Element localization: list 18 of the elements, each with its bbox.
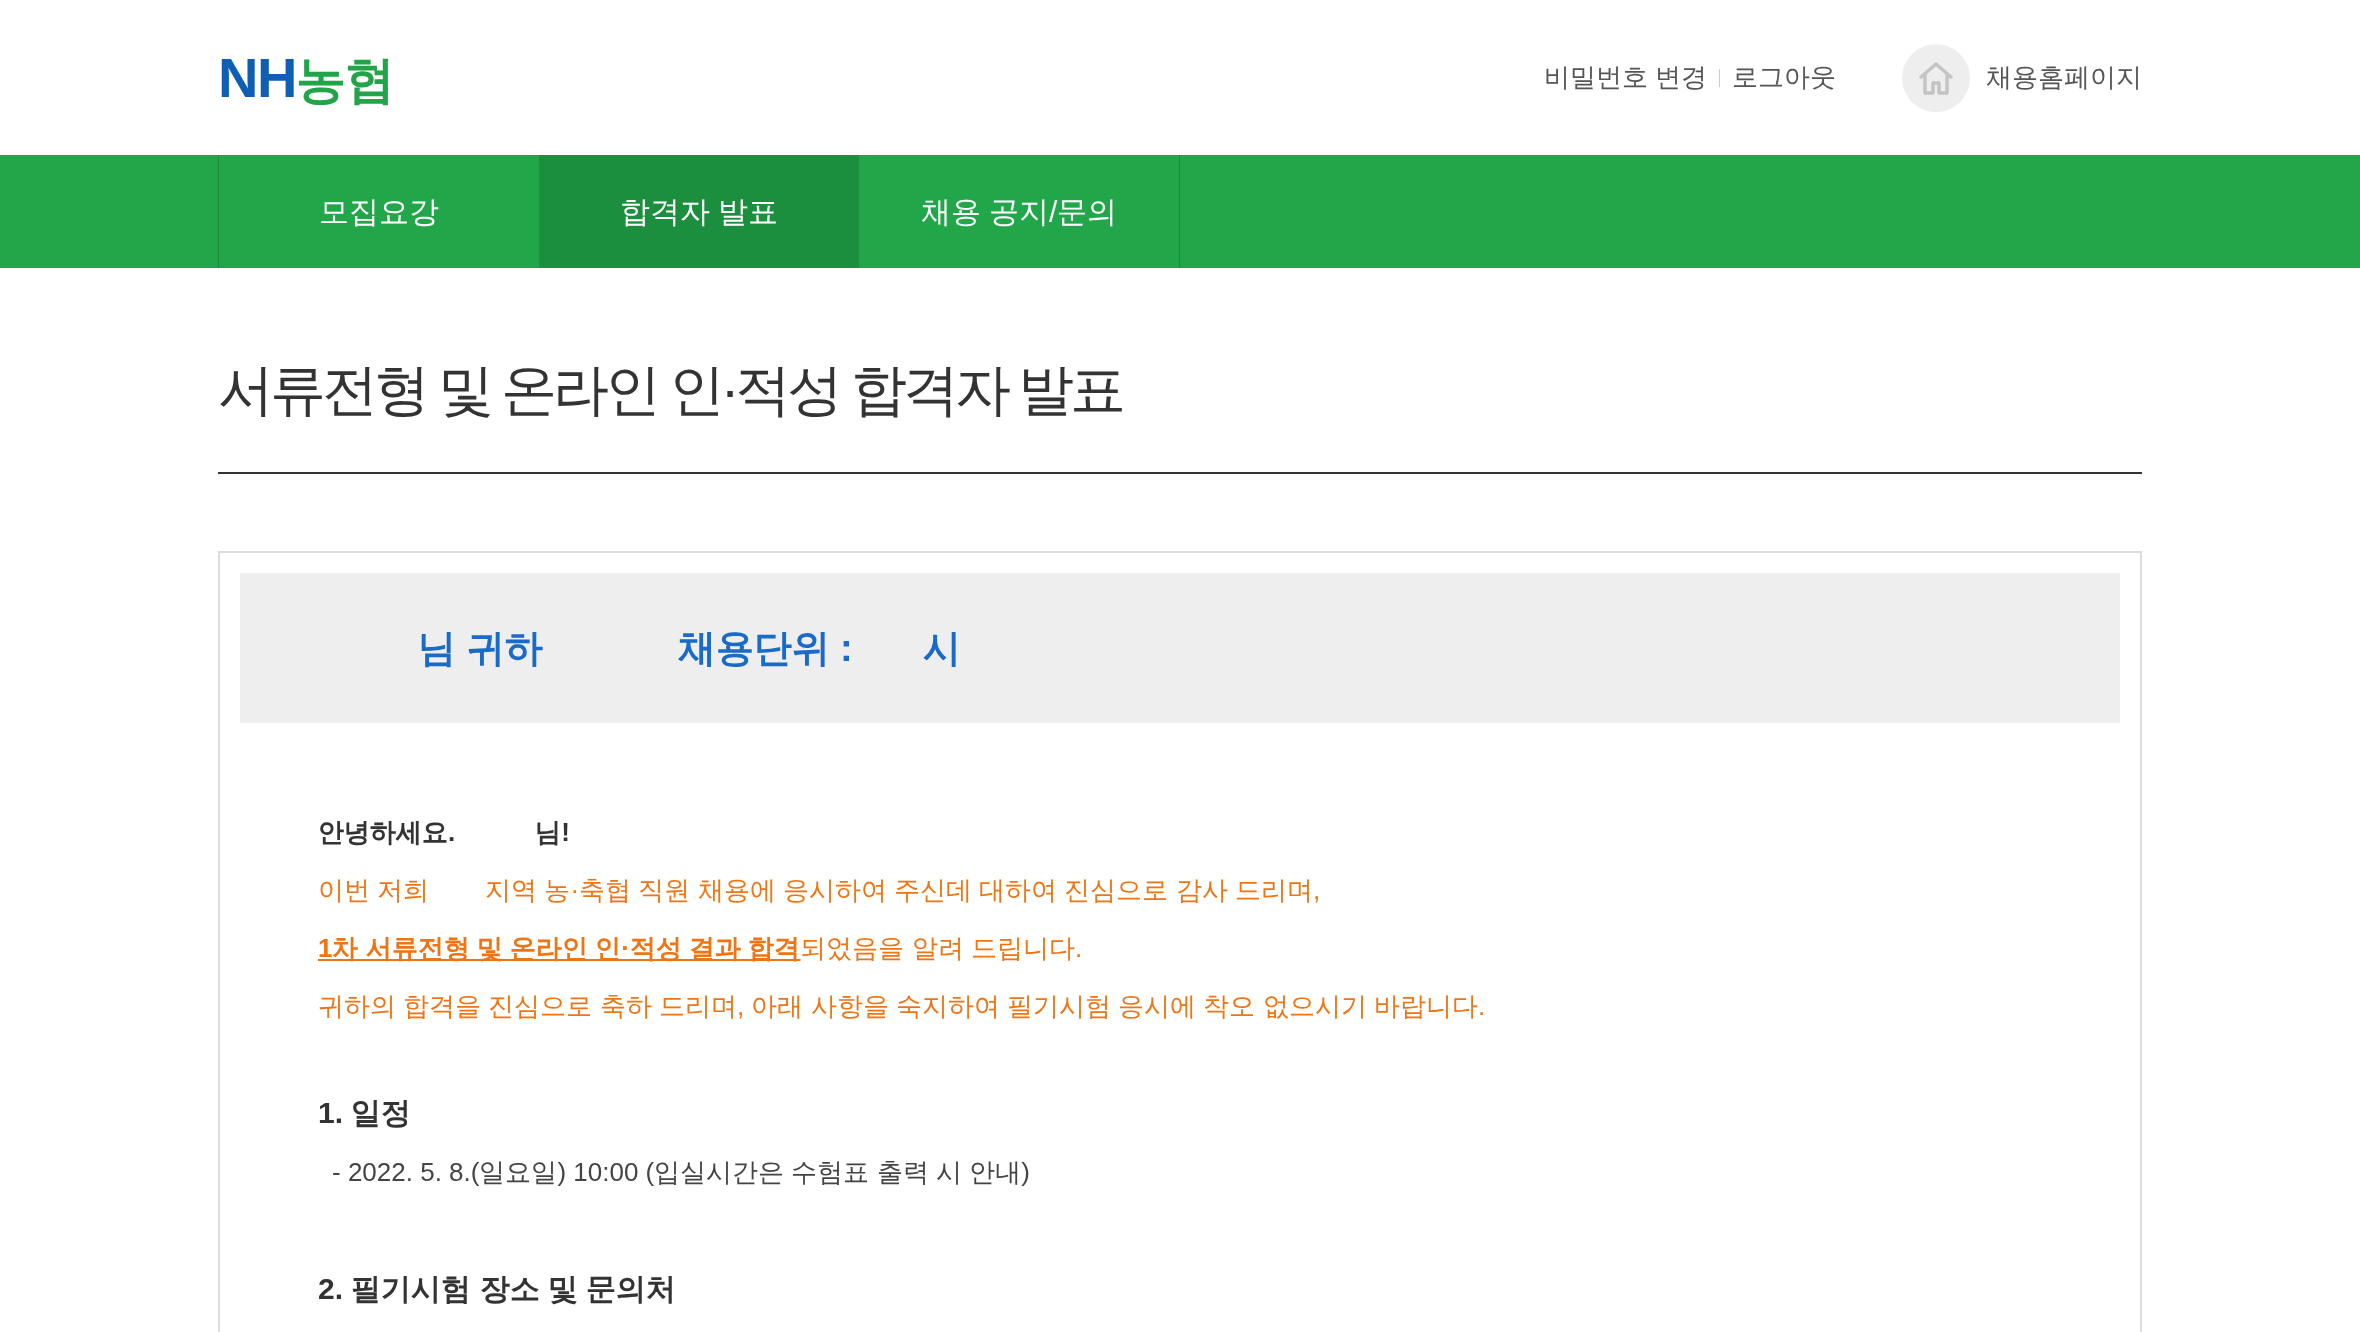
home-link[interactable]: 채용홈페이지 [1902,43,2142,112]
section-heading: 1. 일정 [318,1095,413,1131]
header-link[interactable]: 비밀번호 변경 [1543,58,1707,97]
schedule-text: - 2022. 5. 8.(일요일) 10:00 (입실시간은 수험표 출력 시 안내) [331,1156,1031,1189]
greeting-text: 안녕하세요. [318,816,456,849]
message-text: 이번 저희 [318,874,430,907]
unit-value: 시 [922,625,961,671]
recipient-text: 님 귀하 [418,625,543,671]
nav-tab[interactable]: 합격자 발표 [539,155,859,268]
message-text: 지역 농·축협 직원 채용에 응시하여 주신데 대하여 진심으로 감사 드리며, [485,874,1321,907]
message-text: 1차 서류전형 및 온라인 인·적성 결과 합격되었음을 알려 드립니다. [318,932,1083,965]
page-title: 서류전형 및 온라인 인·적성 합격자 발표 [218,268,2142,474]
name-suffix: 님! [535,816,570,849]
logo[interactable]: NH농협 [218,49,394,106]
header-link[interactable]: 로그아웃 [1732,58,1836,97]
section-heading: 2. 필기시험 장소 및 문의처 [318,1271,678,1307]
unit-label: 채용단위 : [677,625,853,671]
message-text: 귀하의 합격을 진심으로 축하 드리며, 아래 사항을 숙지하여 필기시험 응시에 착오 없으시기 바랍니다. [318,990,1486,1023]
